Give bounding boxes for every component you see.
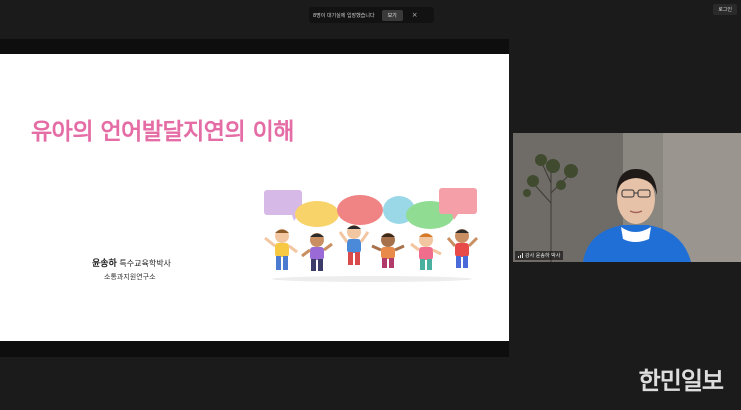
children-speech-bubbles-illustration — [264, 188, 479, 282]
presenter-name-text: 윤송하 — [92, 259, 117, 269]
login-button[interactable]: 로그인 — [713, 4, 737, 15]
view-button[interactable]: 보기 — [381, 9, 403, 21]
presentation-slide: 유아의 언어발달지연의 이해 윤송하 특수교육학박사 소통과지원연구소 — [0, 54, 509, 341]
signal-icon — [518, 253, 523, 258]
participant-video-tile[interactable]: 강사 윤송하 박사 — [513, 133, 741, 262]
slide-title: 유아의 언어발달지연의 이해 — [31, 119, 294, 145]
close-icon[interactable]: × — [412, 11, 418, 19]
participant-name-label: 강사 윤송하 박사 — [515, 251, 564, 260]
presenter-organization: 소통과지원연구소 — [104, 273, 156, 281]
presenter-name: 윤송하 특수교육학박사 — [92, 256, 171, 269]
shared-screen: 유아의 언어발달지연의 이해 윤송하 특수교육학박사 소통과지원연구소 — [0, 39, 509, 357]
presenter-title: 특수교육학박사 — [119, 259, 171, 268]
notification-message: 8명이 대기실에 입장했습니다 — [313, 12, 375, 19]
waiting-room-notification: 8명이 대기실에 입장했습니다 보기 × — [309, 7, 434, 23]
participant-video-feed — [513, 133, 741, 262]
meeting-window: 8명이 대기실에 입장했습니다 보기 × 로그인 유아의 언어발달지연의 이해 — [0, 0, 741, 410]
publisher-watermark: 한민일보 — [638, 367, 724, 395]
participant-name: 강사 윤송하 박사 — [525, 253, 561, 259]
